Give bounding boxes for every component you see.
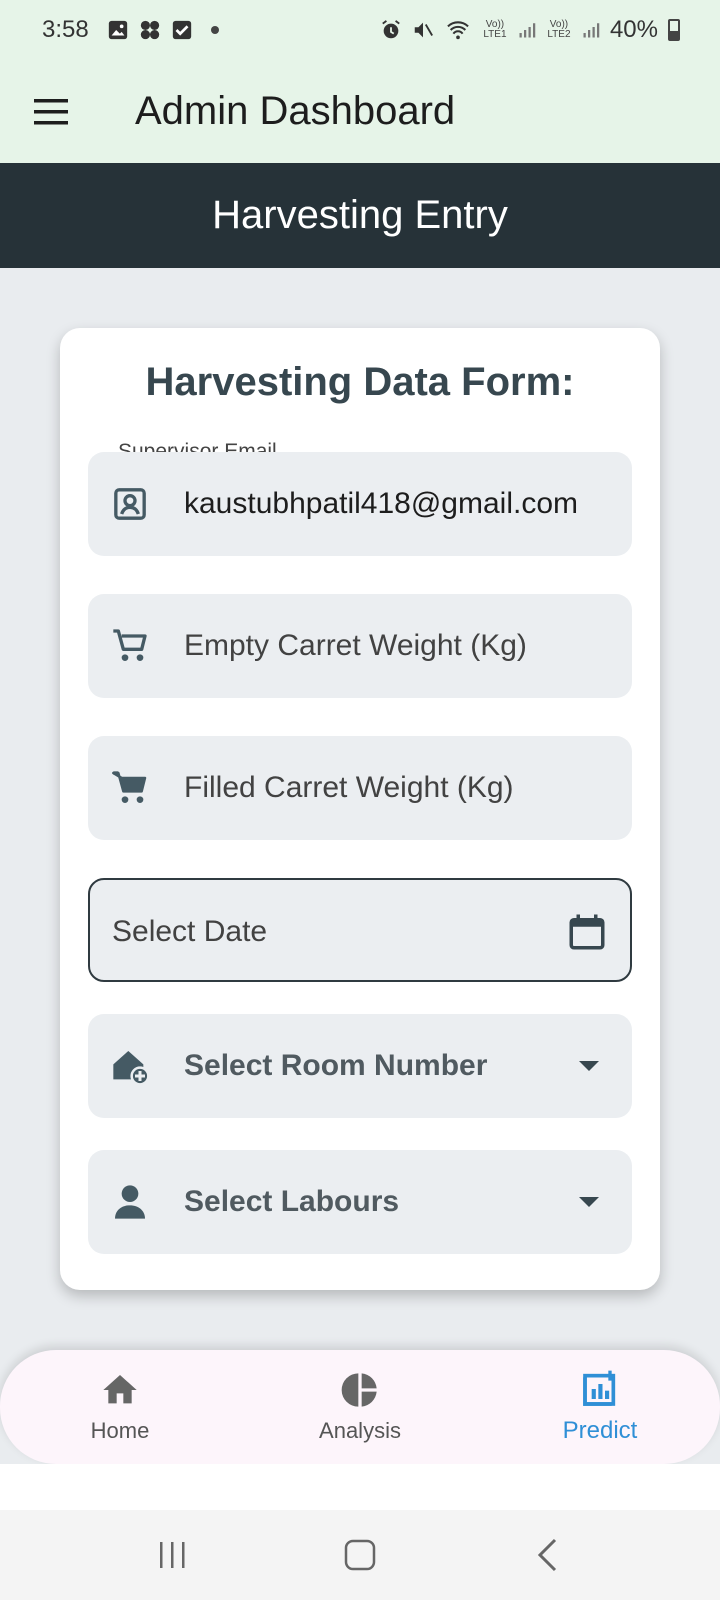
insights-icon (583, 1370, 616, 1406)
page-banner: Harvesting Entry (0, 163, 720, 268)
banner-title: Harvesting Entry (212, 193, 508, 237)
supervisor-email-value: kaustubhpatil418@gmail.com (184, 487, 578, 520)
supervisor-email-field[interactable]: kaustubhpatil418@gmail.com (88, 452, 632, 556)
battery-icon (668, 19, 680, 41)
labours-placeholder: Select Labours (184, 1185, 400, 1218)
nav-item-predict[interactable]: Predict (500, 1357, 700, 1457)
dot-icon (210, 26, 219, 34)
chevron-down-icon (579, 1061, 599, 1071)
filled-carret-weight-field[interactable]: Filled Carret Weight (Kg) (88, 736, 632, 840)
checkbox-icon (172, 20, 191, 40)
back-chevron-icon (537, 1538, 556, 1572)
date-placeholder: Select Date (112, 915, 268, 948)
wifi-icon (447, 21, 469, 40)
nav-item-analysis[interactable]: Analysis (260, 1357, 460, 1457)
menu-icon (34, 98, 68, 124)
nav-label-predict: Predict (562, 1417, 638, 1444)
nav-item-home[interactable]: Home (20, 1357, 220, 1457)
sim2-label: Vo)) LTE2 (547, 19, 571, 40)
form-card: Harvesting Data Form: Supervisor Email k… (60, 328, 660, 1290)
sim1-label: Vo)) LTE1 (483, 19, 507, 40)
signal-icon (519, 23, 536, 38)
nav-label-home: Home (90, 1418, 150, 1443)
recent-apps-button[interactable] (143, 1525, 203, 1585)
home-icon (103, 1375, 137, 1404)
image-icon (108, 20, 127, 40)
app-title: Admin Dashboard (135, 89, 456, 133)
add-home-icon (113, 1051, 150, 1086)
menu-button[interactable] (22, 82, 82, 142)
status-left: 3:58 (42, 16, 219, 44)
status-right: Vo)) LTE1 Vo)) LTE2 40% (380, 16, 680, 44)
labours-dropdown[interactable]: Select Labours (88, 1150, 632, 1254)
form-title: Harvesting Data Form: (145, 360, 575, 404)
date-picker-field[interactable]: Select Date (88, 878, 632, 982)
calendar-icon[interactable] (566, 910, 608, 954)
person-icon (115, 1185, 145, 1219)
room-number-placeholder: Select Room Number (184, 1049, 488, 1082)
chevron-down-icon (579, 1197, 599, 1207)
nav-spacer (0, 1464, 720, 1510)
status-bar: 3:58 Vo)) LTE1 Vo)) LTE2 40% (0, 0, 720, 60)
empty-carret-weight-field[interactable]: Empty Carret Weight (Kg) (88, 594, 632, 698)
home-square-icon (344, 1539, 376, 1571)
cart-outline-icon (113, 629, 147, 661)
empty-carret-weight-placeholder: Empty Carret Weight (Kg) (184, 629, 527, 662)
nav-label-analysis: Analysis (319, 1418, 401, 1443)
cart-filled-icon (112, 771, 147, 803)
mute-icon (414, 22, 433, 38)
bottom-navigation: Home Analysis Predict (0, 1350, 720, 1464)
system-navigation-bar (0, 1510, 720, 1600)
filled-carret-weight-placeholder: Filled Carret Weight (Kg) (184, 771, 514, 804)
pie-chart-icon (341, 1373, 377, 1407)
signal-icon (583, 23, 600, 38)
status-time: 3:58 (42, 16, 89, 43)
battery-percent: 40% (609, 16, 658, 43)
recent-apps-icon (160, 1542, 185, 1568)
fan-icon (140, 20, 159, 40)
back-button[interactable] (517, 1525, 577, 1585)
contact-icon (114, 488, 146, 520)
alarm-icon (382, 20, 400, 39)
app-bar: Admin Dashboard (0, 60, 720, 163)
home-system-button[interactable] (330, 1525, 390, 1585)
room-number-dropdown[interactable]: Select Room Number (88, 1014, 632, 1118)
